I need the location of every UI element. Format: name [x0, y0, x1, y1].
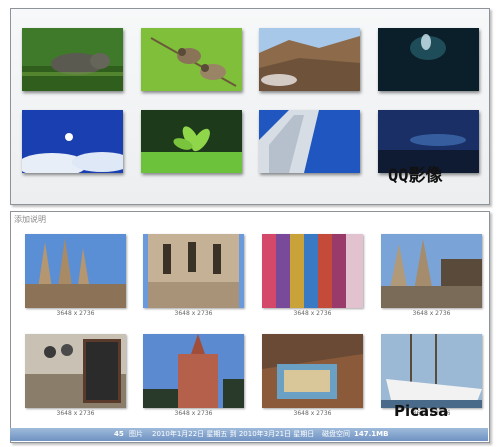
picasa-label: Picasa [394, 402, 449, 420]
picasa-thumb-sagrada-facade[interactable] [143, 234, 244, 308]
status-bar: 45 图片 2010年1月22日 星期五 到 2010年3月21日 星期日 磁盘… [10, 428, 488, 441]
picasa-thumb-tiled-building[interactable] [262, 334, 363, 408]
qq-thumb-birds[interactable] [141, 28, 242, 91]
picasa-dims: 3648 x 2736 [174, 310, 213, 317]
picasa-thumb-church[interactable] [143, 334, 244, 408]
qq-label: QQ影像 [388, 166, 443, 186]
disk-label: 磁盘空间 [322, 430, 350, 438]
qq-thumb-plant[interactable] [141, 110, 242, 173]
picasa-dims: 3648 x 2736 [56, 410, 95, 417]
picasa-dims: 3648 x 2736 [174, 410, 213, 417]
disk-value: 147.1MB [354, 430, 389, 438]
photo-count-unit: 图片 [129, 430, 143, 438]
qq-thumb-night-water[interactable] [378, 28, 479, 91]
qq-thumb-apple-sky[interactable] [22, 110, 123, 173]
qq-thumb-skyscraper[interactable] [259, 110, 360, 173]
caption-hint[interactable]: 添加说明 [14, 214, 46, 225]
photo-count: 45 [114, 430, 124, 438]
picasa-thumb-cafe[interactable] [25, 334, 126, 408]
picasa-thumb-sagrada-towers[interactable] [25, 234, 126, 308]
qq-thumb-coast[interactable] [259, 28, 360, 91]
date-range: 2010年1月22日 星期五 到 2010年3月21日 星期日 [152, 430, 315, 438]
picasa-thumb-sailing-ship[interactable] [381, 334, 482, 408]
picasa-dims: 3648 x 2736 [293, 310, 332, 317]
picasa-thumb-sagrada-side[interactable] [381, 234, 482, 308]
picasa-thumb-fabrics[interactable] [262, 234, 363, 308]
qq-thumb-hippo[interactable] [22, 28, 123, 91]
picasa-dims: 3648 x 2736 [412, 310, 451, 317]
picasa-dims: 3648 x 2736 [56, 310, 95, 317]
picasa-dims: 3648 x 2736 [293, 410, 332, 417]
